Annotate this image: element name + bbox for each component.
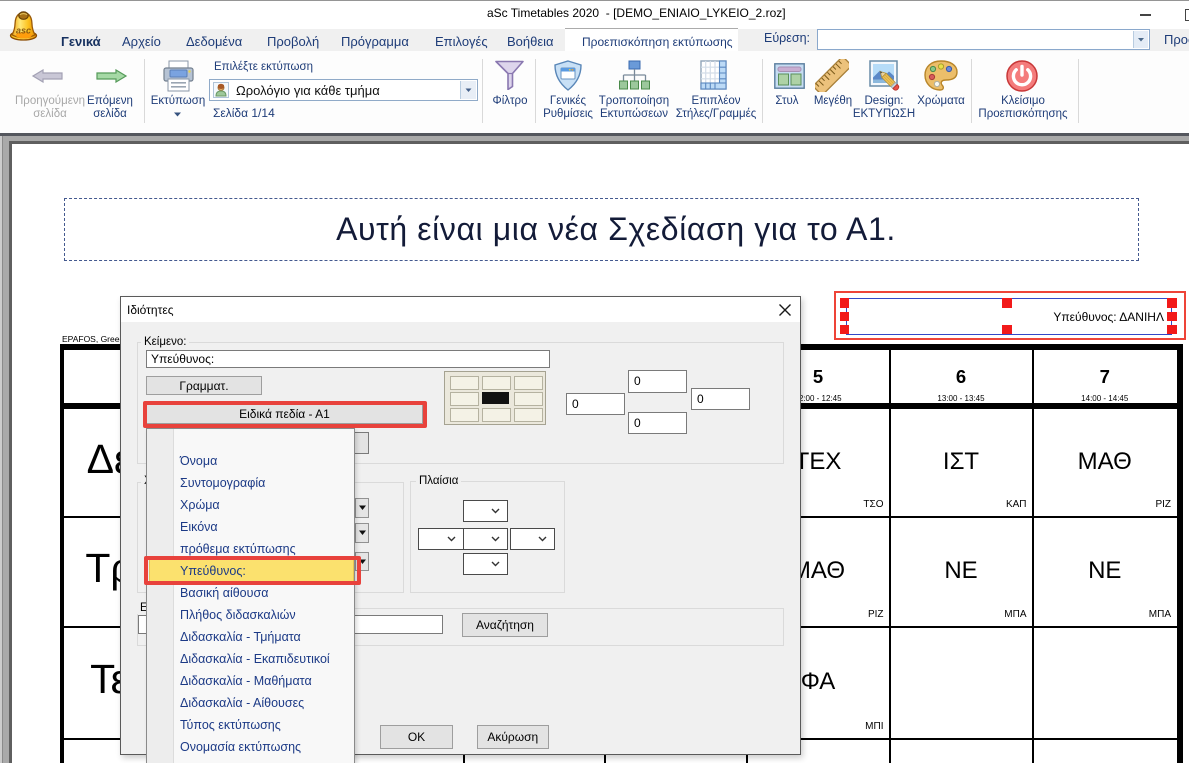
svg-text:asc: asc — [16, 26, 31, 36]
